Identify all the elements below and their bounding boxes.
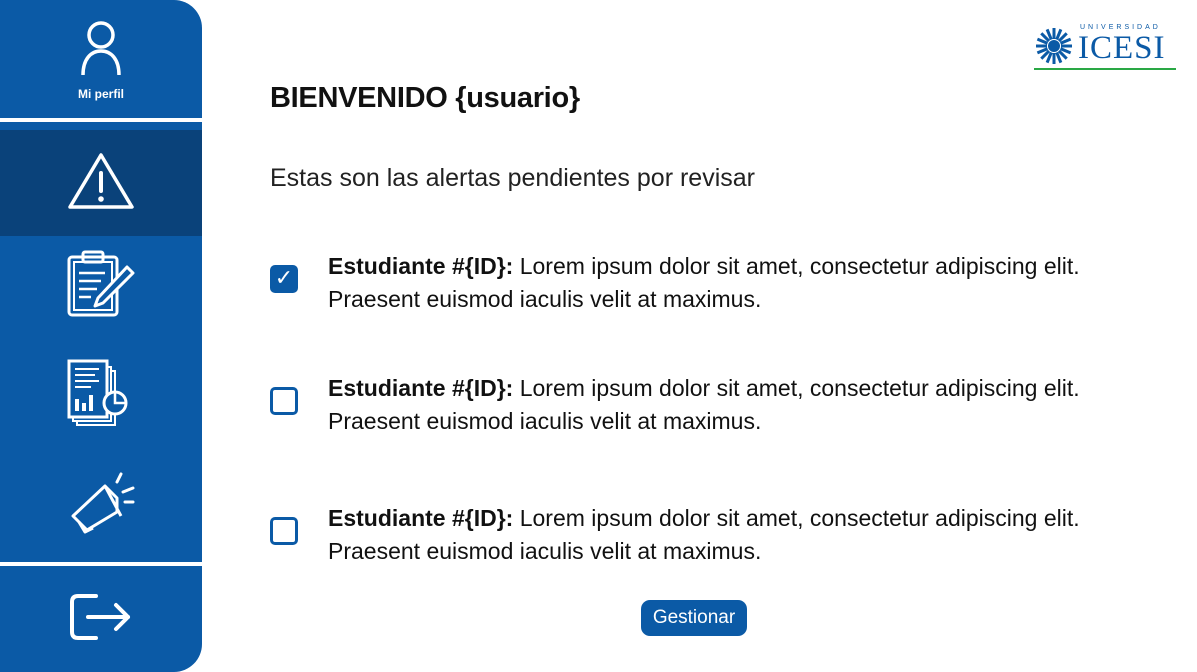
sidebar-divider <box>0 118 202 122</box>
sidebar-item-reports[interactable] <box>0 340 202 450</box>
alert-item: Estudiante #{ID}: Lorem ipsum dolor sit … <box>270 502 1090 572</box>
alert-checkbox[interactable] <box>270 387 298 415</box>
alert-student: Estudiante #{ID}: <box>328 253 514 279</box>
alert-checkbox[interactable]: ✓ <box>270 265 298 293</box>
alert-text: Estudiante #{ID}: Lorem ipsum dolor sit … <box>328 502 1090 568</box>
alert-text: Estudiante #{ID}: Lorem ipsum dolor sit … <box>328 372 1090 438</box>
sidebar-item-alerts[interactable] <box>0 130 202 236</box>
university-logo: UNIVERSIDAD ICESI <box>1034 22 1176 74</box>
page-subtitle: Estas son las alertas pendientes por rev… <box>270 164 755 192</box>
alert-item: Estudiante #{ID}: Lorem ipsum dolor sit … <box>270 372 1090 442</box>
alert-item: ✓ Estudiante #{ID}: Lorem ipsum dolor si… <box>270 250 1090 320</box>
logo-underline <box>1034 68 1176 70</box>
sidebar-item-logout[interactable] <box>0 566 202 672</box>
alert-student: Estudiante #{ID}: <box>328 505 514 531</box>
check-icon: ✓ <box>274 266 294 291</box>
sidebar: Mi perfil <box>0 0 202 672</box>
sidebar-item-profile[interactable]: Mi perfil <box>0 0 202 118</box>
user-icon <box>78 18 124 81</box>
manage-button[interactable]: Gestionar <box>641 600 747 636</box>
report-chart-icon <box>65 357 137 434</box>
logo-main-text: ICESI <box>1078 30 1166 66</box>
logout-icon <box>68 590 134 649</box>
profile-label: Mi perfil <box>77 86 124 101</box>
sidebar-item-announcements[interactable] <box>0 452 202 560</box>
clipboard-edit-icon <box>65 249 137 324</box>
alert-checkbox[interactable] <box>270 517 298 545</box>
sidebar-item-forms[interactable] <box>0 236 202 336</box>
warning-icon <box>66 151 136 216</box>
alert-text: Estudiante #{ID}: Lorem ipsum dolor sit … <box>328 250 1090 316</box>
logo-emblem-icon <box>1035 27 1073 70</box>
megaphone-icon <box>65 472 137 541</box>
alert-student: Estudiante #{ID}: <box>328 375 514 401</box>
page-title: BIENVENIDO {usuario} <box>270 82 580 114</box>
